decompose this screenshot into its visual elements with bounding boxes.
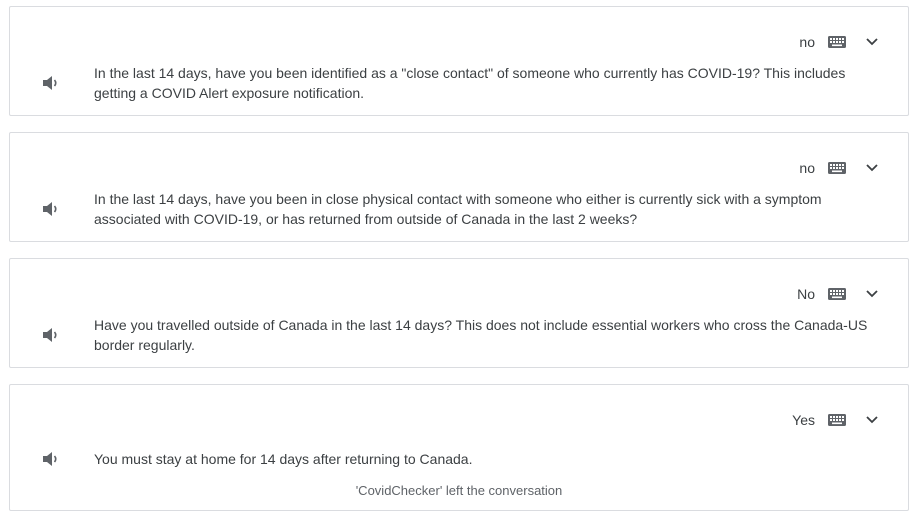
chevron-down-icon[interactable]	[866, 290, 878, 298]
conversation-turn: Yes You must stay at home for 14 days af…	[9, 384, 909, 511]
question-text: In the last 14 days, have you been ident…	[94, 65, 846, 101]
question-text: In the last 14 days, have you been in cl…	[94, 191, 822, 227]
conversation-turn: no In the last 14 days, have you been id…	[9, 6, 909, 116]
user-reply-text: no	[799, 160, 815, 176]
chevron-down-icon[interactable]	[866, 164, 878, 172]
keyboard-icon	[828, 414, 846, 426]
user-reply: no	[799, 33, 878, 51]
user-reply-text: no	[799, 34, 815, 50]
chevron-down-icon[interactable]	[866, 38, 878, 46]
conversation-turn: No Have you travelled outside of Canada …	[9, 258, 909, 368]
response-text: You must stay at home for 14 days after …	[94, 451, 473, 467]
keyboard-icon	[828, 36, 846, 48]
speaker-icon[interactable]	[42, 327, 60, 343]
user-reply: Yes	[792, 411, 878, 429]
user-reply-text: Yes	[792, 412, 815, 428]
question-text: Have you travelled outside of Canada in …	[94, 317, 868, 353]
chevron-down-icon[interactable]	[866, 416, 878, 424]
speaker-icon[interactable]	[42, 75, 60, 91]
user-reply: No	[797, 285, 878, 303]
user-reply: no	[799, 159, 878, 177]
conversation-turn: no In the last 14 days, have you been in…	[9, 132, 909, 242]
user-reply-text: No	[797, 286, 815, 302]
keyboard-icon	[828, 288, 846, 300]
system-note: 'CovidChecker' left the conversation	[355, 483, 563, 498]
speaker-icon[interactable]	[42, 201, 60, 217]
keyboard-icon	[828, 162, 846, 174]
speaker-icon[interactable]	[42, 451, 60, 467]
conversation-log: no In the last 14 days, have you been id…	[0, 0, 914, 514]
